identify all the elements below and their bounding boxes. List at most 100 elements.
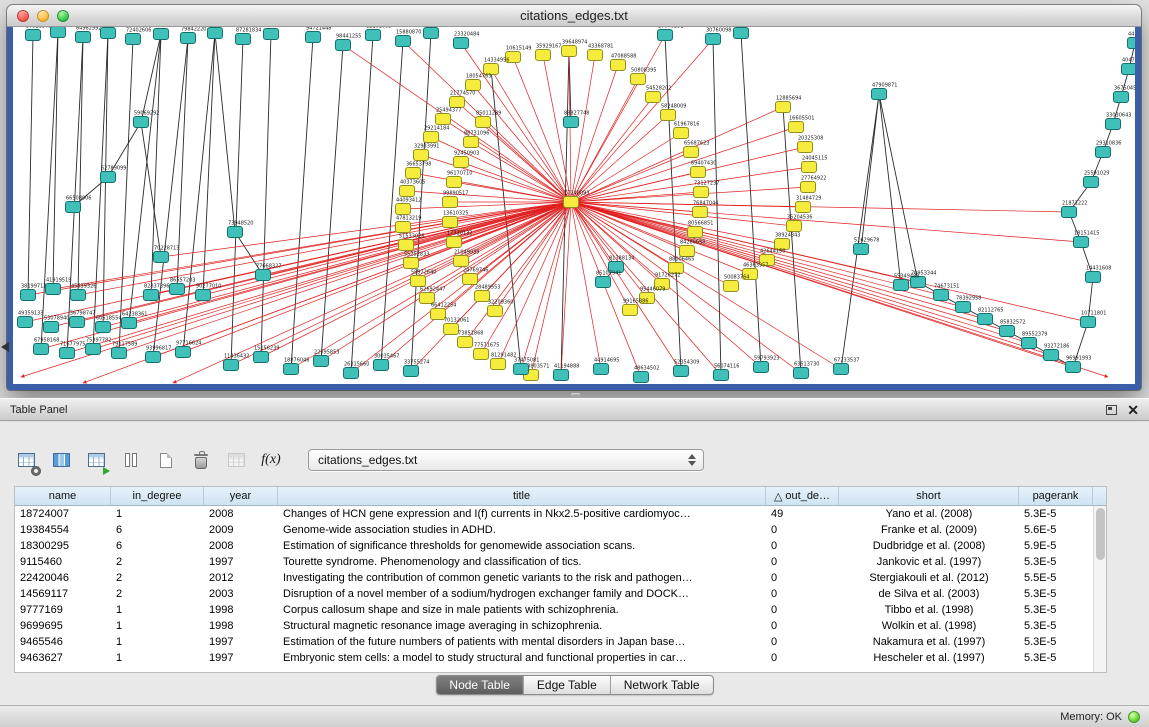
graph-node[interactable] xyxy=(21,290,36,301)
graph-node[interactable] xyxy=(444,324,459,335)
graph-node[interactable] xyxy=(96,322,111,333)
graph-node[interactable] xyxy=(44,322,59,333)
graph-node[interactable] xyxy=(1066,362,1081,373)
graph-node[interactable] xyxy=(208,28,223,39)
graph-node[interactable] xyxy=(70,317,85,328)
graph-node[interactable] xyxy=(646,92,661,103)
cell-year[interactable]: 1998 xyxy=(204,602,278,618)
cell-short[interactable]: Wolkin et al. (1998) xyxy=(839,618,1019,634)
graph-node[interactable] xyxy=(126,34,141,45)
cell-year[interactable]: 2008 xyxy=(204,538,278,554)
graph-node[interactable] xyxy=(476,117,491,128)
graph-node[interactable] xyxy=(154,29,169,40)
column-header-pagerank[interactable]: pagerank xyxy=(1019,487,1093,505)
cell-name[interactable]: 18300295 xyxy=(15,538,111,554)
rows-button[interactable] xyxy=(119,447,143,473)
cell-short[interactable]: Hescheler et al. (1997) xyxy=(839,650,1019,666)
graph-node[interactable] xyxy=(154,252,169,263)
cell-pagerank[interactable]: 5.9E-5 xyxy=(1019,538,1093,554)
cell-name[interactable]: 14569117 xyxy=(15,586,111,602)
graph-node[interactable] xyxy=(344,368,359,379)
cell-short[interactable]: Franke et al. (2009) xyxy=(839,522,1019,538)
cell-title[interactable]: Estimation of significance thresholds fo… xyxy=(278,538,766,554)
cell-year[interactable]: 2009 xyxy=(204,522,278,538)
graph-node[interactable] xyxy=(466,80,481,91)
cell-name[interactable]: 9777169 xyxy=(15,602,111,618)
table-row[interactable]: 977716911998Corpus callosum shape and si… xyxy=(15,602,1093,618)
cell-in_degree[interactable]: 1 xyxy=(111,618,204,634)
cell-in_degree[interactable]: 6 xyxy=(111,522,204,538)
graph-node[interactable] xyxy=(562,46,577,57)
graph-node[interactable] xyxy=(464,137,479,148)
graph-node[interactable] xyxy=(554,370,569,381)
cell-in_degree[interactable]: 1 xyxy=(111,602,204,618)
cell-pagerank[interactable]: 5.3E-5 xyxy=(1019,586,1093,602)
cell-short[interactable]: Nakamura et al. (1997) xyxy=(839,634,1019,650)
scrollbar-thumb[interactable] xyxy=(1096,508,1105,560)
graph-node[interactable] xyxy=(144,290,159,301)
cell-title[interactable]: Embryonic stem cells: a model to study s… xyxy=(278,650,766,666)
graph-node[interactable] xyxy=(594,364,609,375)
cell-out_degree[interactable]: 0 xyxy=(766,634,839,650)
column-header-name[interactable]: name xyxy=(15,487,111,505)
cell-in_degree[interactable]: 1 xyxy=(111,650,204,666)
cell-pagerank[interactable]: 5.3E-5 xyxy=(1019,650,1093,666)
cell-out_degree[interactable]: 0 xyxy=(766,586,839,602)
graph-node[interactable] xyxy=(306,32,321,43)
cell-title[interactable]: Genome-wide association studies in ADHD. xyxy=(278,522,766,538)
cell-short[interactable]: Yano et al. (2008) xyxy=(839,506,1019,522)
cell-out_degree[interactable]: 0 xyxy=(766,618,839,634)
graph-node[interactable] xyxy=(734,28,749,39)
graph-node[interactable] xyxy=(488,306,503,317)
cell-out_degree[interactable]: 0 xyxy=(766,554,839,570)
graph-node[interactable] xyxy=(787,221,802,232)
cell-name[interactable]: 9115460 xyxy=(15,554,111,570)
graph-node[interactable] xyxy=(396,204,411,215)
cell-name[interactable]: 18724007 xyxy=(15,506,111,522)
graph-node[interactable] xyxy=(314,356,329,367)
panel-splitter-handle[interactable] xyxy=(571,393,580,397)
cell-out_degree[interactable]: 0 xyxy=(766,538,839,554)
graph-node[interactable] xyxy=(564,197,579,208)
graph-node[interactable] xyxy=(236,34,251,45)
graph-node[interactable] xyxy=(1086,272,1101,283)
graph-node[interactable] xyxy=(399,240,414,251)
graph-node[interactable] xyxy=(691,167,706,178)
graph-node[interactable] xyxy=(26,30,41,41)
function-builder-button[interactable]: f(x) xyxy=(259,447,283,473)
graph-node[interactable] xyxy=(1022,338,1037,349)
graph-node[interactable] xyxy=(450,97,465,108)
zoom-window-icon[interactable] xyxy=(57,10,69,22)
create-column-button[interactable] xyxy=(84,447,108,473)
column-header-out_degree[interactable]: △out_de… xyxy=(766,487,839,505)
tab-node-table[interactable]: Node Table xyxy=(436,676,524,694)
graph-node[interactable] xyxy=(170,284,185,295)
graph-node[interactable] xyxy=(724,281,739,292)
graph-node[interactable] xyxy=(706,34,721,45)
graph-node[interactable] xyxy=(674,366,689,377)
graph-node[interactable] xyxy=(1044,350,1059,361)
graph-node[interactable] xyxy=(396,222,411,233)
close-panel-icon[interactable]: ✕ xyxy=(1127,403,1139,417)
table-row[interactable]: 946554611997Estimation of the future num… xyxy=(15,634,1093,650)
table-mode-button[interactable] xyxy=(14,447,38,473)
graph-node[interactable] xyxy=(60,348,75,359)
graph-node[interactable] xyxy=(1084,177,1099,188)
new-row-button[interactable] xyxy=(154,447,178,473)
cell-title[interactable]: Tourette syndrome. Phenomenology and cla… xyxy=(278,554,766,570)
graph-node[interactable] xyxy=(1000,326,1015,337)
graph-node[interactable] xyxy=(454,157,469,168)
graph-node[interactable] xyxy=(611,60,626,71)
graph-node[interactable] xyxy=(834,364,849,375)
column-header-year[interactable]: year xyxy=(204,487,278,505)
graph-node[interactable] xyxy=(404,258,419,269)
cell-name[interactable]: 22420046 xyxy=(15,570,111,586)
cell-year[interactable]: 2012 xyxy=(204,570,278,586)
graph-node[interactable] xyxy=(514,364,529,375)
close-window-icon[interactable] xyxy=(17,10,29,22)
graph-node[interactable] xyxy=(491,359,506,370)
graph-node[interactable] xyxy=(76,32,91,43)
graph-node[interactable] xyxy=(564,117,579,128)
cell-short[interactable]: Tibbo et al. (1998) xyxy=(839,602,1019,618)
graph-node[interactable] xyxy=(631,74,646,85)
